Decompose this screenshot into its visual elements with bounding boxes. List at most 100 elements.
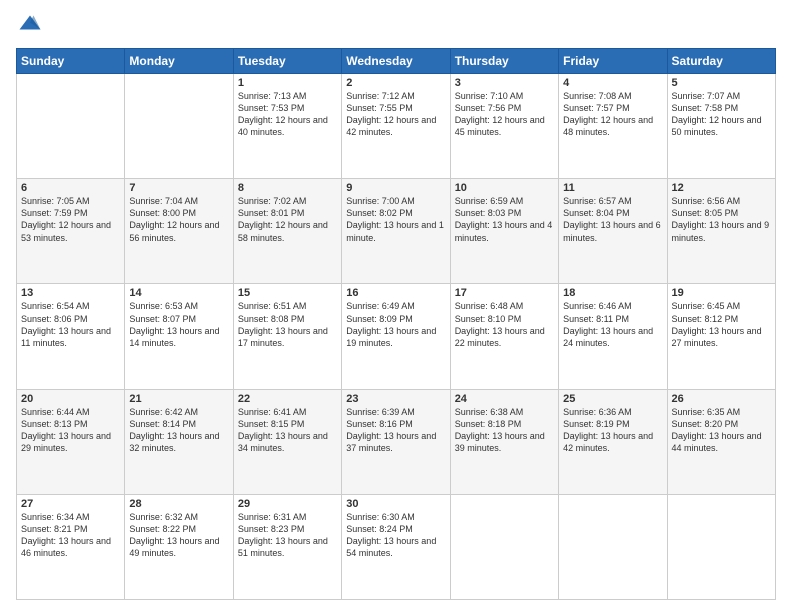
- day-info: Sunrise: 6:53 AMSunset: 8:07 PMDaylight:…: [129, 300, 228, 349]
- day-info: Sunrise: 6:30 AMSunset: 8:24 PMDaylight:…: [346, 511, 445, 560]
- calendar-cell: [667, 494, 775, 599]
- logo-icon: [16, 12, 44, 40]
- day-number: 7: [129, 182, 228, 194]
- day-info: Sunrise: 7:04 AMSunset: 8:00 PMDaylight:…: [129, 195, 228, 244]
- header-cell-thursday: Thursday: [450, 49, 558, 74]
- day-info: Sunrise: 6:48 AMSunset: 8:10 PMDaylight:…: [455, 300, 554, 349]
- header-cell-friday: Friday: [559, 49, 667, 74]
- day-number: 22: [238, 393, 337, 405]
- day-number: 14: [129, 287, 228, 299]
- day-number: 17: [455, 287, 554, 299]
- day-number: 23: [346, 393, 445, 405]
- day-info: Sunrise: 6:45 AMSunset: 8:12 PMDaylight:…: [672, 300, 771, 349]
- calendar-cell: 10Sunrise: 6:59 AMSunset: 8:03 PMDayligh…: [450, 179, 558, 284]
- day-info: Sunrise: 7:05 AMSunset: 7:59 PMDaylight:…: [21, 195, 120, 244]
- day-info: Sunrise: 6:31 AMSunset: 8:23 PMDaylight:…: [238, 511, 337, 560]
- calendar-cell: 16Sunrise: 6:49 AMSunset: 8:09 PMDayligh…: [342, 284, 450, 389]
- calendar-cell: 23Sunrise: 6:39 AMSunset: 8:16 PMDayligh…: [342, 389, 450, 494]
- header-cell-tuesday: Tuesday: [233, 49, 341, 74]
- calendar-cell: 25Sunrise: 6:36 AMSunset: 8:19 PMDayligh…: [559, 389, 667, 494]
- day-info: Sunrise: 6:56 AMSunset: 8:05 PMDaylight:…: [672, 195, 771, 244]
- day-number: 6: [21, 182, 120, 194]
- day-info: Sunrise: 6:57 AMSunset: 8:04 PMDaylight:…: [563, 195, 662, 244]
- header: [16, 12, 776, 40]
- day-info: Sunrise: 6:36 AMSunset: 8:19 PMDaylight:…: [563, 406, 662, 455]
- day-info: Sunrise: 6:59 AMSunset: 8:03 PMDaylight:…: [455, 195, 554, 244]
- calendar-cell: 4Sunrise: 7:08 AMSunset: 7:57 PMDaylight…: [559, 74, 667, 179]
- day-number: 18: [563, 287, 662, 299]
- logo: [16, 12, 48, 40]
- page: SundayMondayTuesdayWednesdayThursdayFrid…: [0, 0, 792, 612]
- header-cell-sunday: Sunday: [17, 49, 125, 74]
- day-number: 1: [238, 77, 337, 89]
- day-info: Sunrise: 6:32 AMSunset: 8:22 PMDaylight:…: [129, 511, 228, 560]
- day-number: 10: [455, 182, 554, 194]
- day-info: Sunrise: 6:35 AMSunset: 8:20 PMDaylight:…: [672, 406, 771, 455]
- day-info: Sunrise: 6:51 AMSunset: 8:08 PMDaylight:…: [238, 300, 337, 349]
- day-info: Sunrise: 6:38 AMSunset: 8:18 PMDaylight:…: [455, 406, 554, 455]
- calendar-cell: 18Sunrise: 6:46 AMSunset: 8:11 PMDayligh…: [559, 284, 667, 389]
- day-info: Sunrise: 7:13 AMSunset: 7:53 PMDaylight:…: [238, 90, 337, 139]
- day-number: 29: [238, 498, 337, 510]
- calendar: SundayMondayTuesdayWednesdayThursdayFrid…: [16, 48, 776, 600]
- header-cell-wednesday: Wednesday: [342, 49, 450, 74]
- calendar-cell: [125, 74, 233, 179]
- calendar-cell: 24Sunrise: 6:38 AMSunset: 8:18 PMDayligh…: [450, 389, 558, 494]
- calendar-cell: 29Sunrise: 6:31 AMSunset: 8:23 PMDayligh…: [233, 494, 341, 599]
- day-info: Sunrise: 6:44 AMSunset: 8:13 PMDaylight:…: [21, 406, 120, 455]
- calendar-cell: [450, 494, 558, 599]
- day-info: Sunrise: 6:39 AMSunset: 8:16 PMDaylight:…: [346, 406, 445, 455]
- day-number: 13: [21, 287, 120, 299]
- day-info: Sunrise: 6:42 AMSunset: 8:14 PMDaylight:…: [129, 406, 228, 455]
- calendar-cell: [17, 74, 125, 179]
- day-number: 27: [21, 498, 120, 510]
- header-cell-monday: Monday: [125, 49, 233, 74]
- calendar-cell: 13Sunrise: 6:54 AMSunset: 8:06 PMDayligh…: [17, 284, 125, 389]
- calendar-cell: 22Sunrise: 6:41 AMSunset: 8:15 PMDayligh…: [233, 389, 341, 494]
- day-info: Sunrise: 7:12 AMSunset: 7:55 PMDaylight:…: [346, 90, 445, 139]
- calendar-body: 1Sunrise: 7:13 AMSunset: 7:53 PMDaylight…: [17, 74, 776, 600]
- calendar-cell: 30Sunrise: 6:30 AMSunset: 8:24 PMDayligh…: [342, 494, 450, 599]
- day-info: Sunrise: 6:49 AMSunset: 8:09 PMDaylight:…: [346, 300, 445, 349]
- day-number: 24: [455, 393, 554, 405]
- calendar-cell: 2Sunrise: 7:12 AMSunset: 7:55 PMDaylight…: [342, 74, 450, 179]
- calendar-cell: 9Sunrise: 7:00 AMSunset: 8:02 PMDaylight…: [342, 179, 450, 284]
- calendar-cell: 5Sunrise: 7:07 AMSunset: 7:58 PMDaylight…: [667, 74, 775, 179]
- calendar-cell: [559, 494, 667, 599]
- day-number: 30: [346, 498, 445, 510]
- day-info: Sunrise: 6:46 AMSunset: 8:11 PMDaylight:…: [563, 300, 662, 349]
- calendar-cell: 28Sunrise: 6:32 AMSunset: 8:22 PMDayligh…: [125, 494, 233, 599]
- calendar-week-2: 6Sunrise: 7:05 AMSunset: 7:59 PMDaylight…: [17, 179, 776, 284]
- calendar-cell: 19Sunrise: 6:45 AMSunset: 8:12 PMDayligh…: [667, 284, 775, 389]
- day-number: 16: [346, 287, 445, 299]
- calendar-week-4: 20Sunrise: 6:44 AMSunset: 8:13 PMDayligh…: [17, 389, 776, 494]
- day-number: 28: [129, 498, 228, 510]
- day-info: Sunrise: 7:08 AMSunset: 7:57 PMDaylight:…: [563, 90, 662, 139]
- day-number: 12: [672, 182, 771, 194]
- day-number: 9: [346, 182, 445, 194]
- day-info: Sunrise: 7:10 AMSunset: 7:56 PMDaylight:…: [455, 90, 554, 139]
- calendar-cell: 1Sunrise: 7:13 AMSunset: 7:53 PMDaylight…: [233, 74, 341, 179]
- calendar-cell: 6Sunrise: 7:05 AMSunset: 7:59 PMDaylight…: [17, 179, 125, 284]
- day-number: 3: [455, 77, 554, 89]
- calendar-cell: 8Sunrise: 7:02 AMSunset: 8:01 PMDaylight…: [233, 179, 341, 284]
- day-number: 2: [346, 77, 445, 89]
- calendar-cell: 26Sunrise: 6:35 AMSunset: 8:20 PMDayligh…: [667, 389, 775, 494]
- calendar-cell: 15Sunrise: 6:51 AMSunset: 8:08 PMDayligh…: [233, 284, 341, 389]
- day-number: 19: [672, 287, 771, 299]
- calendar-cell: 12Sunrise: 6:56 AMSunset: 8:05 PMDayligh…: [667, 179, 775, 284]
- day-number: 5: [672, 77, 771, 89]
- calendar-week-1: 1Sunrise: 7:13 AMSunset: 7:53 PMDaylight…: [17, 74, 776, 179]
- calendar-header-row: SundayMondayTuesdayWednesdayThursdayFrid…: [17, 49, 776, 74]
- day-info: Sunrise: 6:54 AMSunset: 8:06 PMDaylight:…: [21, 300, 120, 349]
- day-number: 15: [238, 287, 337, 299]
- calendar-cell: 3Sunrise: 7:10 AMSunset: 7:56 PMDaylight…: [450, 74, 558, 179]
- day-number: 4: [563, 77, 662, 89]
- calendar-week-3: 13Sunrise: 6:54 AMSunset: 8:06 PMDayligh…: [17, 284, 776, 389]
- calendar-cell: 14Sunrise: 6:53 AMSunset: 8:07 PMDayligh…: [125, 284, 233, 389]
- day-number: 11: [563, 182, 662, 194]
- header-cell-saturday: Saturday: [667, 49, 775, 74]
- calendar-cell: 7Sunrise: 7:04 AMSunset: 8:00 PMDaylight…: [125, 179, 233, 284]
- calendar-cell: 17Sunrise: 6:48 AMSunset: 8:10 PMDayligh…: [450, 284, 558, 389]
- day-number: 25: [563, 393, 662, 405]
